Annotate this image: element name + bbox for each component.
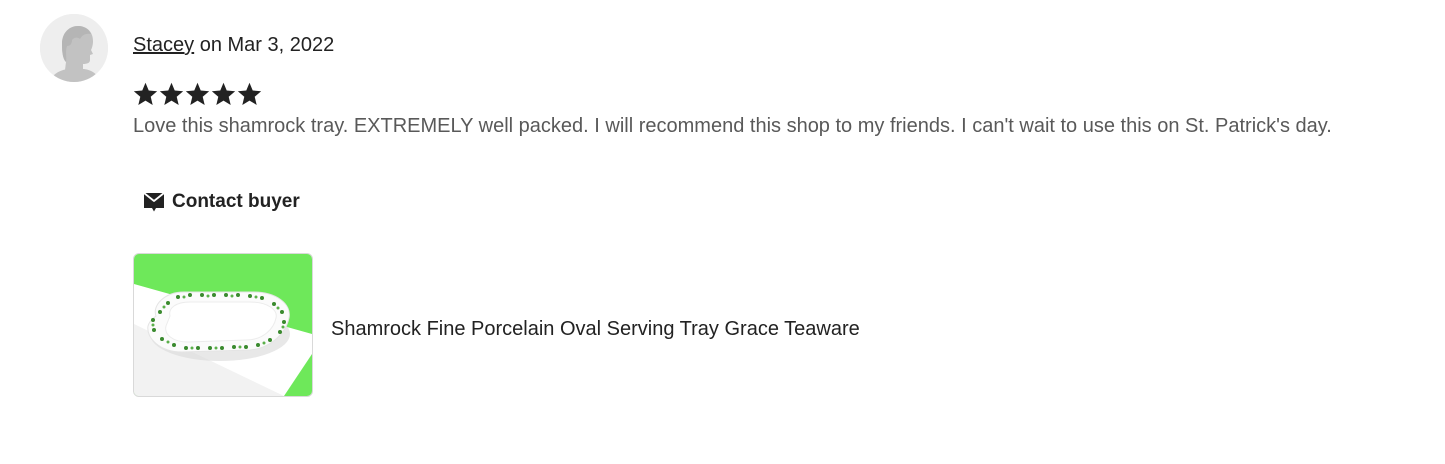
star-icon xyxy=(133,82,158,105)
review-header: Stacey on Mar 3, 2022 xyxy=(133,32,334,58)
reviewer-name-link[interactable]: Stacey xyxy=(133,34,194,56)
product-title-link[interactable]: Shamrock Fine Porcelain Oval Serving Tra… xyxy=(331,316,860,342)
default-avatar-icon xyxy=(40,14,108,82)
message-icon xyxy=(142,190,166,214)
contact-buyer-label: Contact buyer xyxy=(172,191,300,212)
review-text: Love this shamrock tray. EXTREMELY well … xyxy=(133,115,1332,137)
product-thumbnail[interactable] xyxy=(133,253,313,397)
review-date: on Mar 3, 2022 xyxy=(194,34,335,56)
star-icon xyxy=(237,82,262,105)
star-rating xyxy=(133,80,262,108)
star-icon xyxy=(185,82,210,105)
contact-buyer-button[interactable]: Contact buyer xyxy=(132,182,312,222)
star-icon xyxy=(159,82,184,105)
reviewer-avatar[interactable] xyxy=(40,14,108,82)
shamrock-tray-image xyxy=(134,254,312,396)
star-icon xyxy=(211,82,236,105)
